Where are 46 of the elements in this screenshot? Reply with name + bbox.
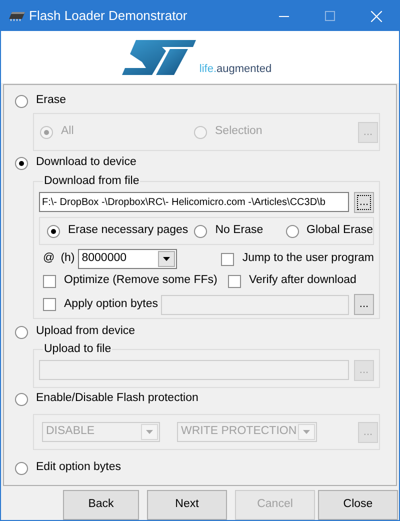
radio-button[interactable] (286, 224, 299, 238)
chip-icon (8, 11, 26, 21)
checkbox-label: Optimize (Remove some FFs) (64, 273, 218, 288)
window-title: Flash Loader Demonstrator (29, 7, 188, 26)
radio-button[interactable] (15, 156, 28, 170)
checkbox-label: Jump to the user program (242, 251, 374, 266)
address-unit: (h) (60, 251, 75, 266)
checkbox[interactable] (228, 274, 241, 288)
radio-label: Erase (36, 93, 66, 108)
radio-button[interactable] (194, 224, 208, 238)
radio-button[interactable] (15, 94, 28, 108)
radio-button[interactable] (47, 224, 60, 238)
radio-label: Selection (215, 124, 262, 140)
dialog-button[interactable]: Close (318, 490, 398, 520)
group-title: Download from file (43, 174, 140, 188)
radio-label: Download to device (36, 155, 136, 170)
dialog-button[interactable]: Back (63, 490, 139, 520)
checkbox[interactable] (221, 252, 234, 266)
dialog-button[interactable]: Next (147, 490, 227, 520)
logo-tagline: augmented (216, 62, 272, 77)
close-icon (370, 10, 382, 22)
group-title: Upload to file (43, 342, 112, 356)
radio-label: Erase necessary pages (68, 223, 188, 238)
radio-button[interactable] (15, 326, 28, 338)
checkbox-label: Apply option bytes (64, 296, 158, 312)
radio-label: Enable/Disable Flash protection (36, 391, 198, 406)
address-symbol: @ (43, 251, 55, 266)
radio-label: Global Erase (306, 223, 373, 238)
browse-button[interactable]: ... (354, 294, 374, 315)
radio-button[interactable] (15, 462, 28, 474)
dropdown[interactable]: 8000000 (78, 249, 177, 269)
logo-tagline: life. (199, 62, 217, 77)
radio-label: Edit option bytes (36, 460, 122, 476)
dropdown-value: 8000000 (80, 251, 128, 266)
radio-button[interactable] (15, 392, 28, 406)
dropdown-value: DISABLE (45, 424, 96, 440)
checkbox-label: Verify after download (249, 273, 356, 288)
checkbox[interactable] (43, 274, 56, 288)
dropdown-value: WRITE PROTECTION (180, 424, 298, 440)
checkbox[interactable] (43, 298, 56, 311)
text-field[interactable]: F:\- DropBox -\Dropbox\RC\- Helicomicro.com -\Articles\CC3D\b (39, 192, 349, 212)
browse-button[interactable]: ... (354, 192, 374, 213)
radio-label: All (61, 124, 74, 140)
radio-label: Upload from device (36, 324, 136, 340)
maximize-icon (325, 11, 335, 21)
radio-label: No Erase (215, 223, 264, 238)
